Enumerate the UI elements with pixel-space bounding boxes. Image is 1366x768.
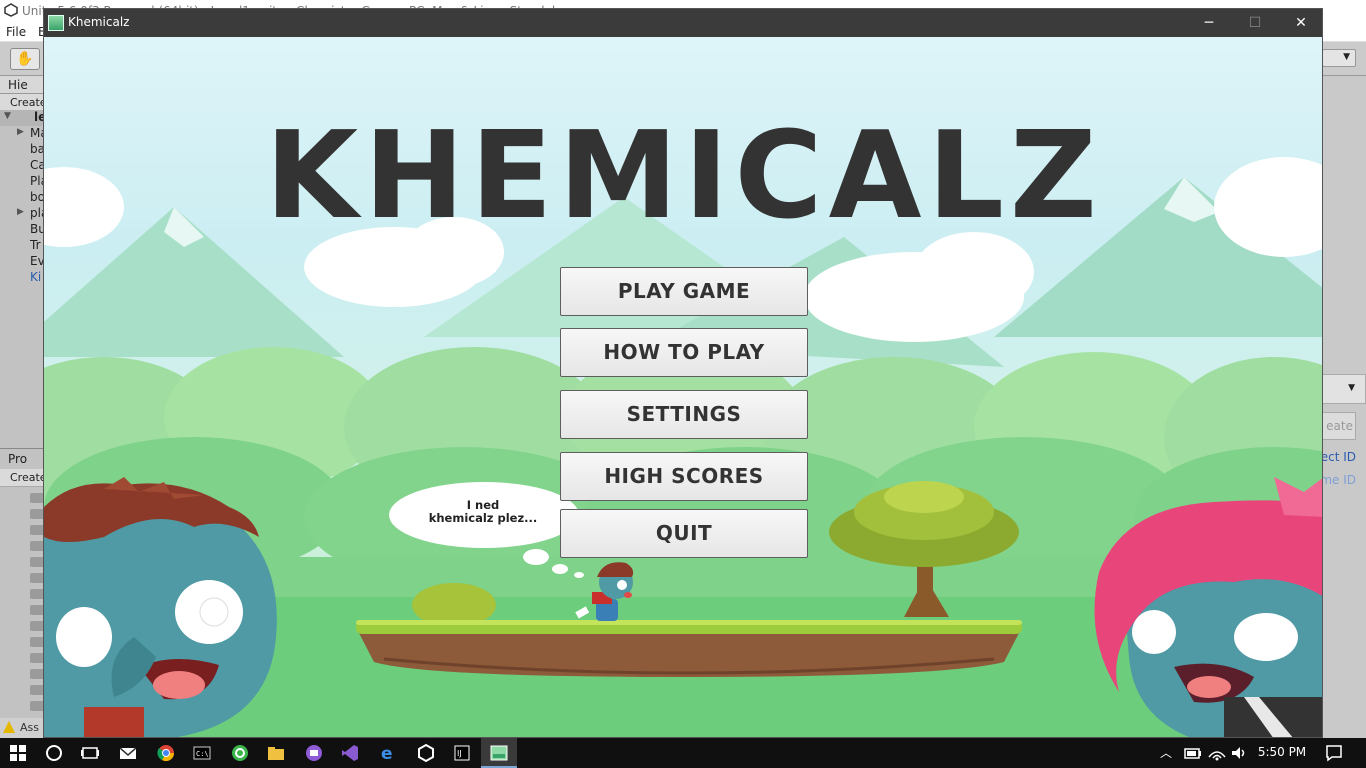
folder-icon[interactable] [30,621,44,631]
task-view-icon[interactable] [80,743,100,763]
hierarchy-item[interactable]: Bu [0,222,44,238]
taskbar-clock[interactable]: 5:50 PM [1252,745,1312,759]
chrome-icon[interactable] [156,743,176,763]
folder-icon[interactable] [30,557,44,567]
windows-taskbar: C:\ e IJ ︿ 5:50 PM [0,738,1366,768]
quit-button[interactable]: QUIT [560,509,808,558]
app-icon[interactable] [304,743,324,763]
search-icon[interactable] [44,743,64,763]
show-hidden-icons-chevron-icon[interactable]: ︿ [1160,744,1172,761]
hierarchy-item[interactable]: bo [0,190,44,206]
action-center-icon[interactable] [1324,743,1344,763]
app-icon[interactable] [230,743,250,763]
chevron-down-icon: ▼ [1348,383,1355,393]
intellij-icon[interactable]: IJ [452,743,472,763]
minimize-button[interactable]: ─ [1186,9,1232,37]
close-icon: ✕ [1295,15,1307,31]
hierarchy-tab[interactable]: Hie [0,76,44,94]
folder-icon[interactable] [30,637,44,647]
how-to-play-button[interactable]: HOW TO PLAY [560,328,808,377]
expand-arrow-icon: ▶ [17,127,24,137]
inspector-create-button[interactable]: eate [1322,412,1356,440]
game-window-title: Khemicalz [68,15,130,29]
folder-icon[interactable] [30,509,44,519]
hierarchy-scene-row[interactable]: ▼ le [0,110,44,126]
hierarchy-item[interactable]: Tr [0,238,44,254]
hierarchy-item[interactable]: ▶Ma [0,126,44,142]
folder-icon[interactable] [30,701,44,711]
hierarchy-panel: Hie Create ▼le ▶Ma ba Ca Pla bo ▶pla Bu … [0,76,44,448]
folder-icon[interactable] [30,669,44,679]
unity-icon[interactable] [416,743,436,763]
hand-tool-button[interactable]: ✋ [10,48,40,70]
speech-line-2: khemicalz plez... [428,511,538,525]
console-status-bar[interactable]: Ass [0,718,44,738]
visual-studio-icon[interactable] [340,743,360,763]
folder-icon[interactable] [30,493,44,503]
minimize-icon: ─ [1204,15,1214,31]
play-game-button[interactable]: PLAY GAME [560,267,808,316]
hierarchy-item[interactable]: Pla [0,174,44,190]
volume-icon[interactable] [1229,743,1249,763]
maximize-icon: ☐ [1248,15,1262,31]
name-id-link[interactable]: me ID [1322,473,1356,487]
left-zombie-character [44,477,277,737]
mail-icon[interactable] [118,743,138,763]
folder-icon[interactable] [30,605,44,615]
svg-text:e: e [381,744,393,763]
folder-icon[interactable] [30,589,44,599]
unity-logo-icon [4,3,18,17]
platform [356,620,1022,677]
close-button[interactable]: ✕ [1278,9,1322,37]
expand-arrow-icon: ▶ [17,207,24,217]
game-window-titlebar[interactable]: Khemicalz ─ ☐ ✕ [44,9,1322,37]
khemicalz-app-icon [48,15,64,31]
maximize-button[interactable]: ☐ [1232,9,1278,37]
terminal-icon[interactable]: C:\ [192,743,212,763]
high-scores-button[interactable]: HIGH SCORES [560,452,808,501]
expand-arrow-icon: ▼ [4,111,11,121]
menu-file[interactable]: File [6,25,26,39]
svg-text:IJ: IJ [457,749,462,758]
project-panel: Pro Create [0,448,44,738]
folder-icon[interactable] [30,573,44,583]
hand-icon: ✋ [16,51,34,67]
windows-start-icon[interactable] [8,743,28,763]
wifi-icon[interactable] [1207,743,1227,763]
folder-icon[interactable] [30,653,44,663]
layout-dropdown[interactable]: ▼ [1322,49,1356,67]
settings-button[interactable]: SETTINGS [560,390,808,439]
hierarchy-item[interactable]: Ki [0,270,44,286]
folder-icon[interactable] [30,541,44,551]
svg-text:C:\: C:\ [196,750,209,758]
game-title: KHEMICALZ [265,107,1103,246]
project-create-button[interactable]: Create [0,469,44,487]
khemicalz-icon[interactable] [489,743,509,763]
edge-icon[interactable]: e [378,743,398,763]
inspector-panel: ▼ eate ect ID me ID [1322,76,1366,738]
hierarchy-item[interactable]: ba [0,142,44,158]
battery-icon[interactable] [1183,743,1203,763]
object-id-link[interactable]: ect ID [1322,450,1356,464]
inspector-dropdown[interactable]: ▼ [1322,374,1366,404]
hierarchy-item[interactable]: Ca [0,158,44,174]
game-canvas: KHEMICALZ PLAY GAME HOW TO PLAY SETTINGS… [44,37,1322,737]
warning-icon [3,721,15,733]
chevron-down-icon: ▼ [1343,52,1350,62]
hierarchy-item[interactable]: ▶pla [0,206,44,222]
hierarchy-item[interactable]: Ev [0,254,44,270]
folder-icon[interactable] [30,685,44,695]
thought-bubble-text: I ned khemicalz plez... [398,499,568,525]
game-window: Khemicalz ─ ☐ ✕ KHEMICALZ PLAY GAME HOW … [43,8,1323,738]
folder-icon[interactable] [30,525,44,535]
file-explorer-icon[interactable] [266,743,286,763]
